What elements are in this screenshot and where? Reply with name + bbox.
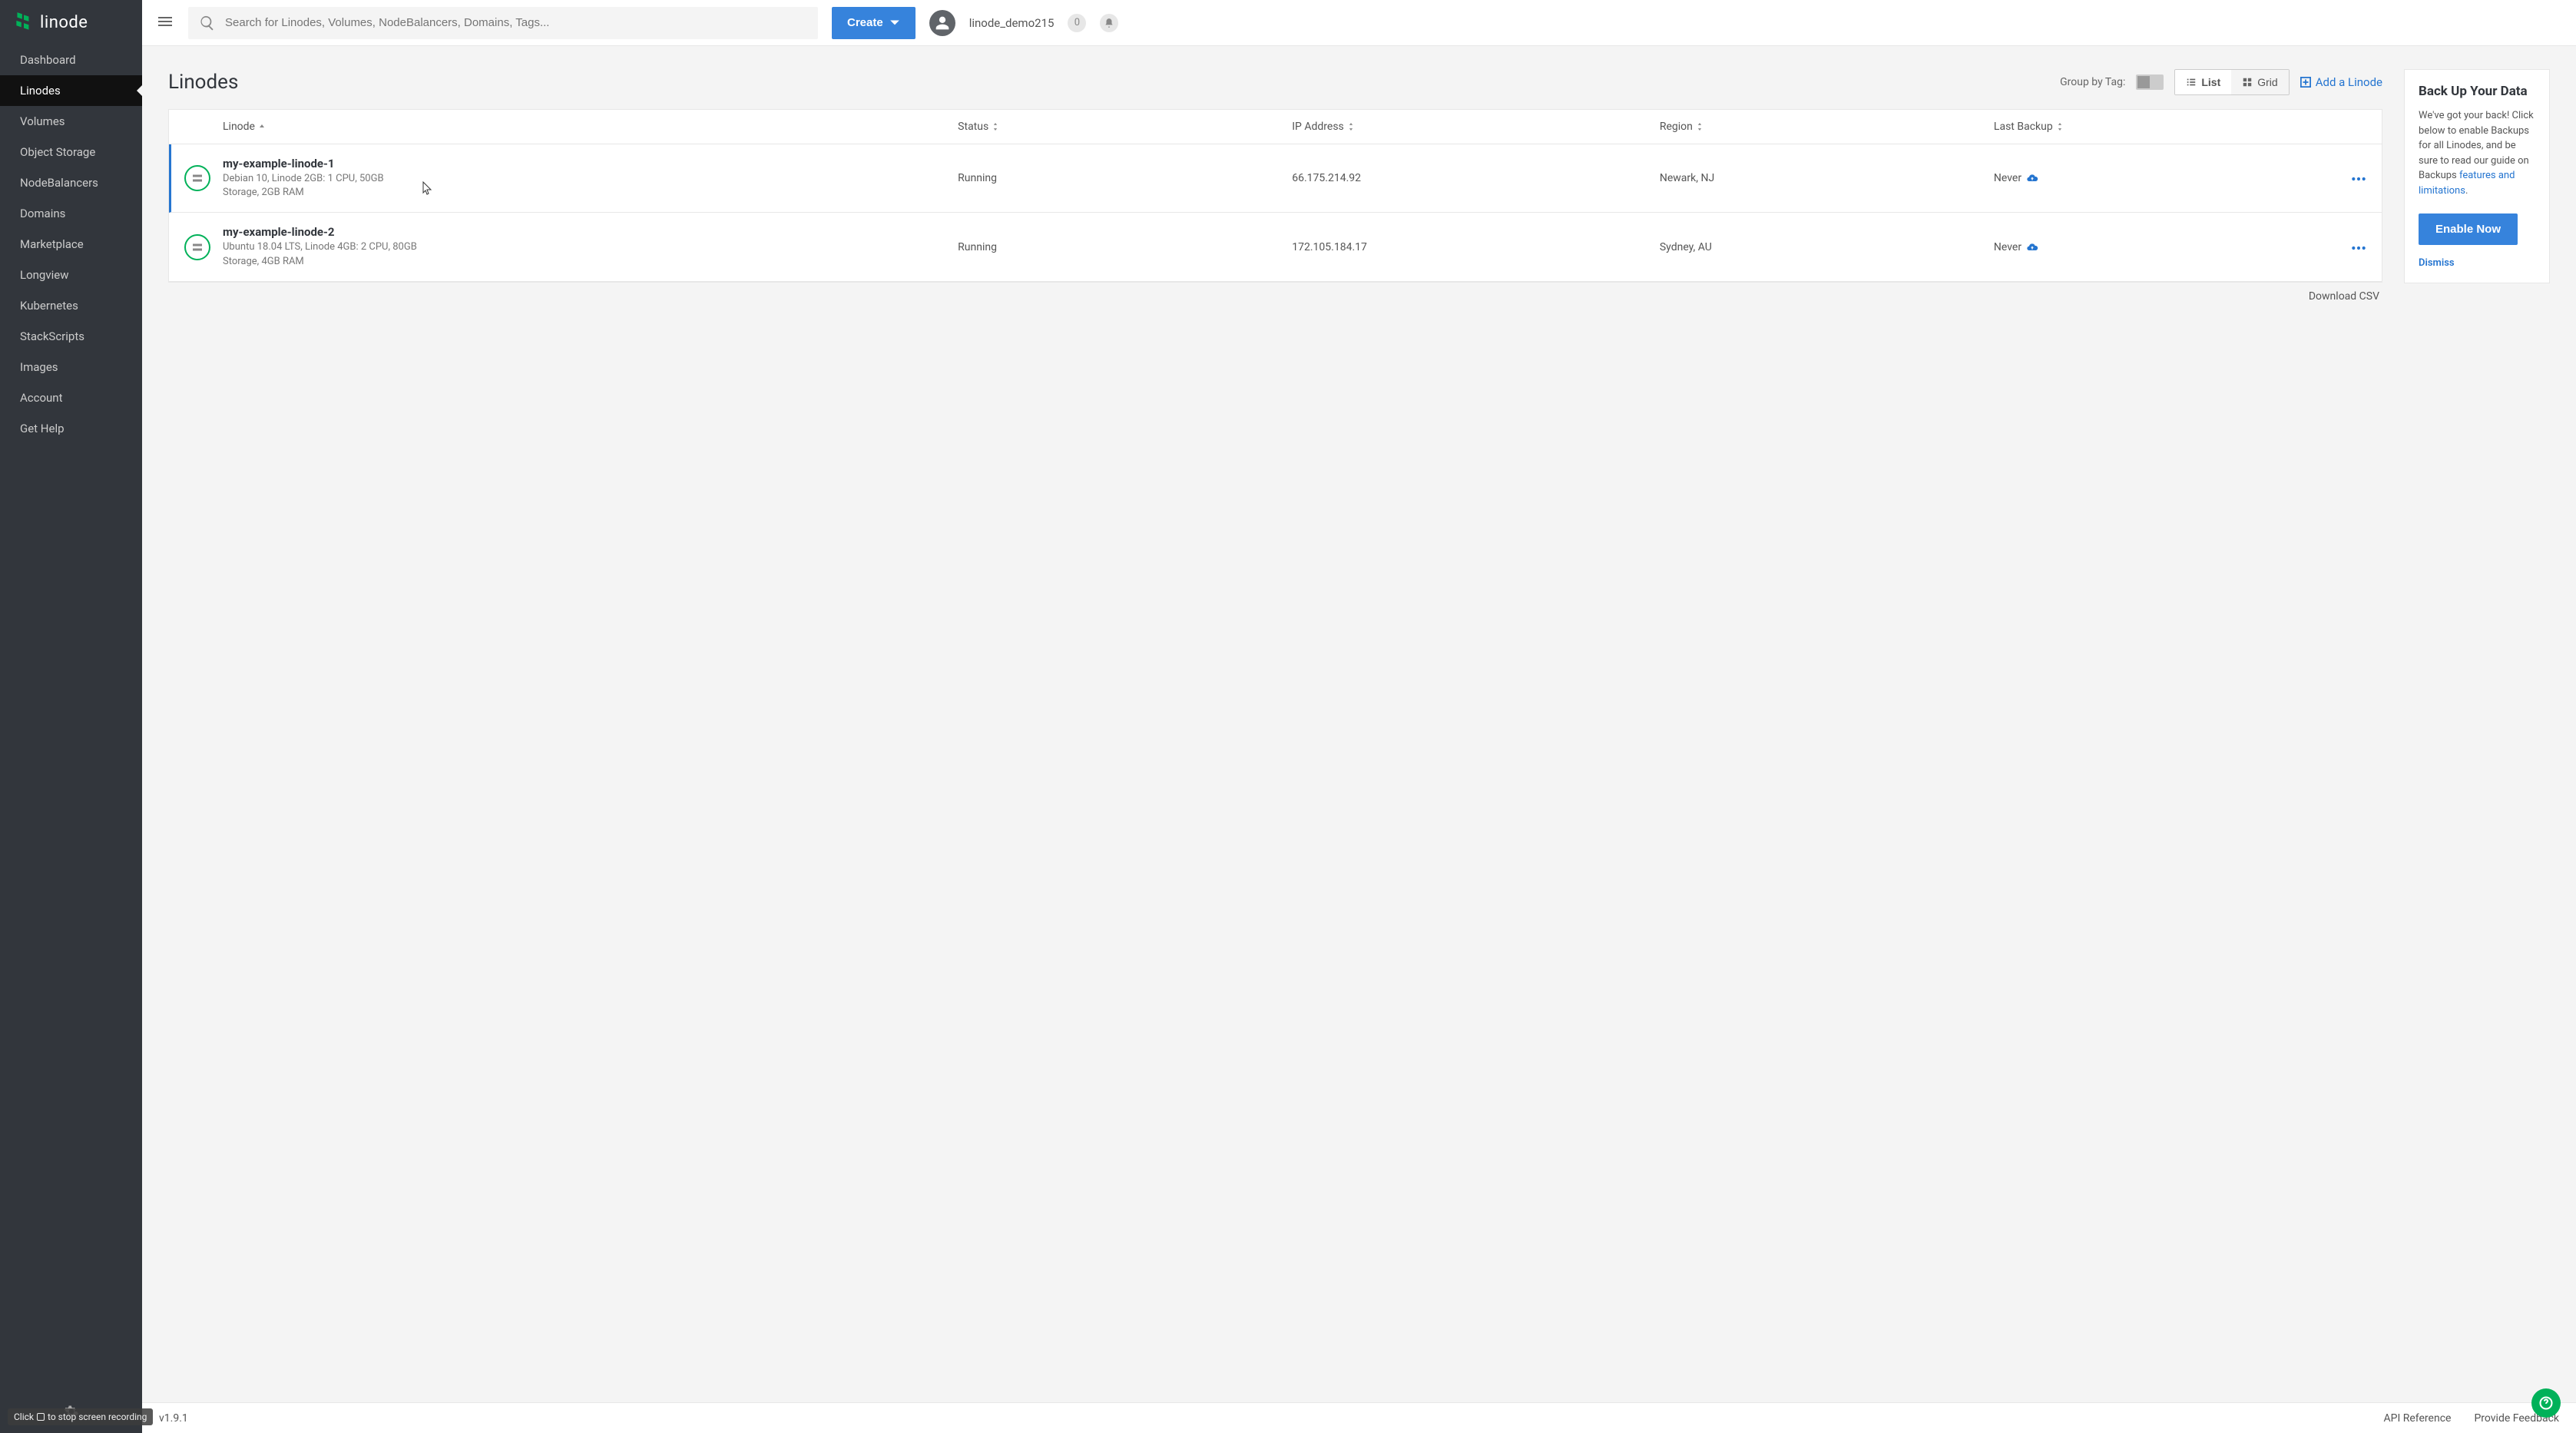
col-linode[interactable]: Linode: [223, 121, 958, 133]
linode-name[interactable]: my-example-linode-1: [223, 157, 958, 170]
plus-square-icon: [2300, 77, 2311, 88]
enable-backups-button[interactable]: Enable Now: [2419, 213, 2518, 245]
grid-icon: [2242, 77, 2253, 88]
sidebar: linode DashboardLinodesVolumesObject Sto…: [0, 0, 142, 1433]
stop-icon: [37, 1413, 45, 1421]
create-label: Create: [847, 16, 883, 29]
sort-icon: [1347, 123, 1355, 131]
sort-icon: [1696, 123, 1704, 131]
footer: v1.9.1 API Reference Provide Feedback: [142, 1402, 2576, 1433]
sidebar-nav: DashboardLinodesVolumesObject StorageNod…: [0, 45, 142, 1393]
recording-hint: Clickto stop screen recording: [8, 1408, 153, 1425]
sort-icon: [992, 123, 999, 131]
sidebar-item-dashboard[interactable]: Dashboard: [0, 45, 142, 75]
sidebar-item-longview[interactable]: Longview: [0, 260, 142, 290]
menu-toggle[interactable]: [156, 12, 174, 34]
list-icon: [2186, 77, 2197, 88]
bell-icon: [1104, 18, 1114, 28]
linodes-table: Linode Status IP Address Region Last Bac…: [168, 109, 2382, 283]
sidebar-item-get-help[interactable]: Get Help: [0, 413, 142, 444]
sort-asc-icon: [258, 123, 266, 131]
backup-cell[interactable]: Never: [1994, 172, 2328, 184]
status-cell: Running: [958, 172, 1292, 184]
col-ip[interactable]: IP Address: [1292, 121, 1660, 133]
view-toggle: List Grid: [2174, 69, 2289, 95]
sidebar-item-volumes[interactable]: Volumes: [0, 106, 142, 137]
sidebar-item-linodes[interactable]: Linodes: [0, 75, 142, 106]
backup-cell[interactable]: Never: [1994, 241, 2328, 253]
sidebar-item-domains[interactable]: Domains: [0, 198, 142, 229]
sidebar-item-object-storage[interactable]: Object Storage: [0, 137, 142, 167]
table-header: Linode Status IP Address Region Last Bac…: [169, 110, 2382, 144]
search-icon: [199, 15, 216, 31]
ip-cell: 172.105.184.17: [1292, 241, 1660, 253]
notification-count[interactable]: 0: [1068, 14, 1086, 32]
avatar[interactable]: [929, 10, 955, 36]
brand-logo[interactable]: linode: [0, 0, 142, 45]
sidebar-item-stackscripts[interactable]: StackScripts: [0, 321, 142, 352]
search-box[interactable]: [188, 7, 818, 39]
sidebar-item-images[interactable]: Images: [0, 352, 142, 382]
backup-panel: Back Up Your Data We've got your back! C…: [2404, 69, 2550, 283]
region-cell: Sydney, AU: [1660, 241, 1994, 253]
help-fab[interactable]: [2531, 1388, 2561, 1418]
topbar: Create linode_demo215 0: [142, 0, 2576, 46]
add-linode-link[interactable]: Add a Linode: [2300, 75, 2382, 89]
col-region[interactable]: Region: [1660, 121, 1994, 133]
row-actions[interactable]: [2328, 172, 2366, 184]
sidebar-item-nodebalancers[interactable]: NodeBalancers: [0, 167, 142, 198]
brand-text: linode: [40, 13, 88, 32]
linode-desc: Ubuntu 18.04 LTS, Linode 4GB: 2 CPU, 80G…: [223, 240, 422, 268]
sidebar-item-marketplace[interactable]: Marketplace: [0, 229, 142, 260]
hamburger-icon: [156, 12, 174, 31]
table-row[interactable]: my-example-linode-2Ubuntu 18.04 LTS, Lin…: [169, 213, 2382, 281]
user-icon: [935, 15, 950, 31]
api-reference-link[interactable]: API Reference: [2384, 1412, 2452, 1425]
ip-cell: 66.175.214.92: [1292, 172, 1660, 184]
more-icon: [2351, 246, 2366, 250]
col-status[interactable]: Status: [958, 121, 1292, 133]
more-icon: [2351, 177, 2366, 181]
help-icon: [2538, 1395, 2554, 1411]
view-grid-button[interactable]: Grid: [2231, 70, 2288, 94]
region-cell: Newark, NJ: [1660, 172, 1994, 184]
create-button[interactable]: Create: [832, 7, 916, 39]
page-title: Linodes: [168, 71, 238, 94]
cloud-upload-icon: [2026, 241, 2038, 253]
status-running-icon: [184, 165, 210, 191]
sort-icon: [2056, 123, 2064, 131]
sidebar-item-kubernetes[interactable]: Kubernetes: [0, 290, 142, 321]
linode-desc: Debian 10, Linode 2GB: 1 CPU, 50GB Stora…: [223, 172, 422, 200]
dismiss-backup-link[interactable]: Dismiss: [2419, 257, 2535, 269]
backup-panel-title: Back Up Your Data: [2419, 84, 2535, 99]
status-cell: Running: [958, 241, 1292, 253]
view-list-button[interactable]: List: [2175, 70, 2231, 94]
backup-panel-text: We've got your back! Click below to enab…: [2419, 108, 2535, 198]
col-backup[interactable]: Last Backup: [1994, 121, 2328, 133]
username[interactable]: linode_demo215: [969, 16, 1055, 30]
linode-logo-icon: [14, 11, 34, 34]
sidebar-item-account[interactable]: Account: [0, 382, 142, 413]
download-csv-link[interactable]: Download CSV: [168, 283, 2382, 310]
row-actions[interactable]: [2328, 241, 2366, 253]
status-running-icon: [184, 234, 210, 260]
group-by-tag-toggle[interactable]: [2136, 74, 2164, 90]
notifications-button[interactable]: [1100, 14, 1118, 32]
chevron-down-icon: [889, 18, 900, 28]
table-row[interactable]: my-example-linode-1 Debian 10, Linode 2GB…: [169, 144, 2382, 213]
group-by-tag-label: Group by Tag:: [2060, 76, 2125, 88]
search-input[interactable]: [216, 16, 807, 29]
version-label: v1.9.1: [159, 1412, 188, 1425]
linode-name[interactable]: my-example-linode-2: [223, 225, 958, 239]
cloud-upload-icon: [2026, 172, 2038, 184]
